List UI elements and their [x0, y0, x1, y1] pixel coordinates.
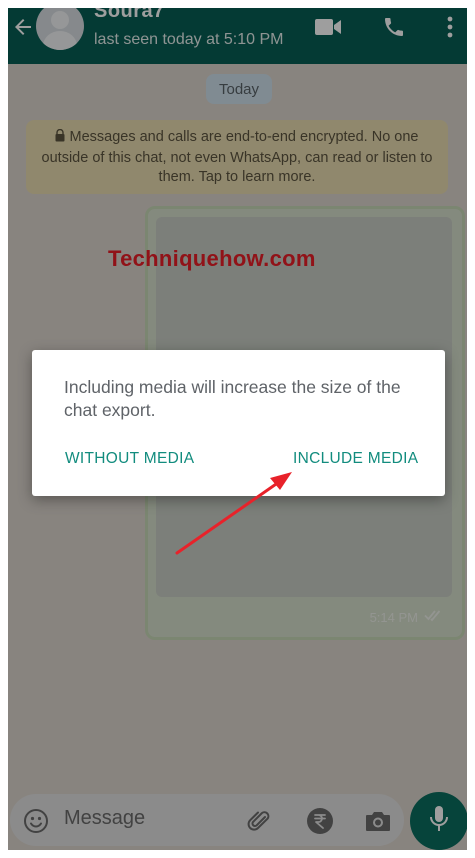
- phone-screen: Soura7 last seen today at 5:10 PM Today …: [8, 8, 467, 850]
- export-media-dialog: Including media will increase the size o…: [32, 350, 445, 496]
- dialog-message: Including media will increase the size o…: [64, 377, 401, 420]
- without-media-button[interactable]: WITHOUT MEDIA: [65, 450, 194, 468]
- include-media-button[interactable]: INCLUDE MEDIA: [293, 450, 418, 468]
